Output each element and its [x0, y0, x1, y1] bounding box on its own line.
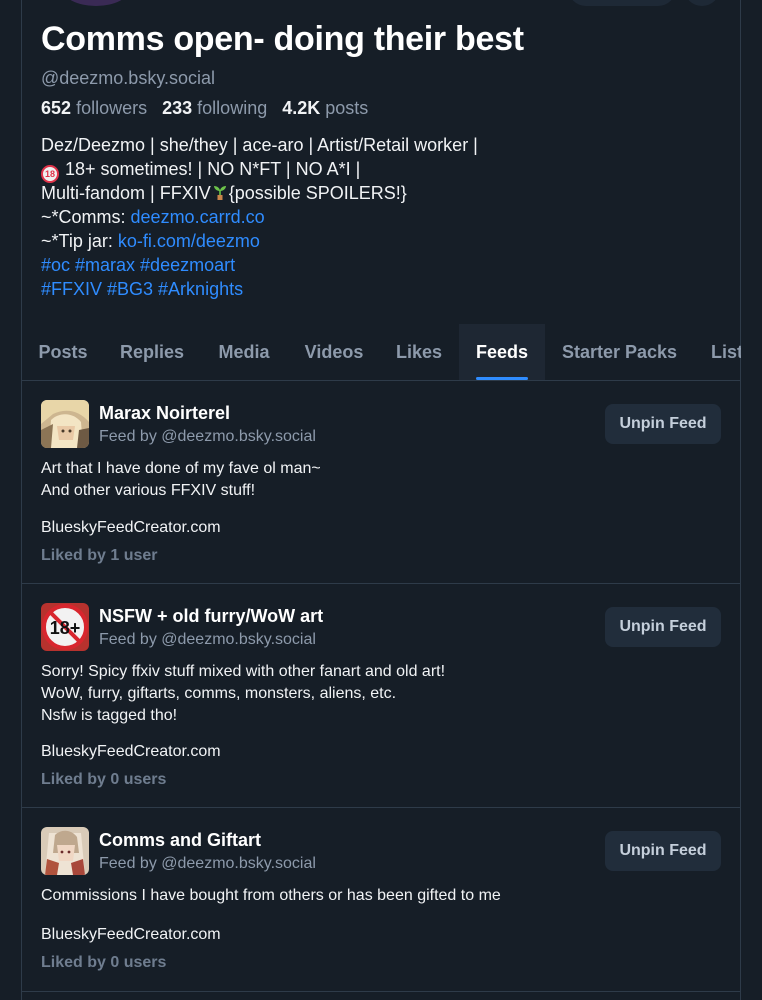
feed-card[interactable]: Comms and Giftart Feed by @deezmo.bsky.s…	[22, 808, 741, 992]
tab-lists[interactable]: Lists	[694, 324, 741, 380]
tab-media[interactable]: Media	[200, 324, 288, 380]
feed-title[interactable]: Marax Noirterel	[99, 403, 230, 424]
feed-author: Feed by @deezmo.bsky.social	[99, 428, 316, 445]
tab-posts[interactable]: Posts	[22, 324, 104, 380]
feed-avatar: 18+	[41, 603, 89, 651]
active-tab-indicator	[476, 377, 528, 380]
following-link[interactable]: 233 following	[162, 98, 267, 118]
bio-text: {possible SPOILERS!}	[228, 183, 407, 203]
bio-line: Dez/Deezmo | she/they | ace-aro | Artist…	[41, 135, 478, 155]
tab-label: Videos	[304, 342, 364, 362]
tab-label: Lists	[711, 342, 741, 362]
feed-description-line: Commissions I have bought from others or…	[41, 887, 501, 904]
seedling-icon	[213, 186, 226, 200]
hashtag-links[interactable]: #FFXIV #BG3 #Arknights	[41, 277, 721, 301]
feed-description-line: Sorry! Spicy ffxiv stuff mixed with othe…	[41, 663, 446, 680]
feed-avatar-image	[41, 400, 89, 448]
profile-bio: Dez/Deezmo | she/they | ace-aro | Artist…	[41, 133, 721, 301]
feed-avatar	[41, 827, 89, 875]
feed-description-line: Art that I have done of my fave ol man~	[41, 460, 321, 477]
feed-avatar	[41, 400, 89, 448]
following-count: 233	[162, 98, 193, 118]
tab-label: Likes	[395, 342, 443, 362]
bio-line: Multi-fandom | FFXIV {possible SPOILERS!}	[41, 181, 721, 205]
avatar-badge-text: 18+	[50, 618, 81, 638]
feed-liked-count[interactable]: Liked by 0 users	[41, 771, 166, 789]
unpin-feed-button[interactable]: Unpin Feed	[605, 831, 721, 871]
tab-label: Starter Packs	[561, 342, 678, 362]
carrd-link[interactable]: deezmo.carrd.co	[131, 207, 265, 227]
feed-description-line: Nsfw is tagged tho!	[41, 707, 178, 724]
feed-liked-count[interactable]: Liked by 0 users	[41, 954, 166, 972]
bio-text: ~*Comms:	[41, 207, 131, 227]
bio-line: ~*Comms: deezmo.carrd.co	[41, 205, 721, 229]
follow-button-edge[interactable]	[568, 0, 676, 6]
feed-author: Feed by @deezmo.bsky.social	[99, 631, 316, 648]
feed-creator-link[interactable]: BlueskyFeedCreator.com	[41, 926, 221, 944]
feed-description: Art that I have done of my fave ol man~ …	[41, 458, 321, 502]
bio-text: 18+ sometimes! | NO N*FT | NO A*I |	[65, 159, 361, 179]
tab-label: Feeds	[475, 342, 529, 362]
feed-card[interactable]: Marax Noirterel Feed by @deezmo.bsky.soc…	[22, 381, 741, 584]
profile-handle: @deezmo.bsky.social	[41, 68, 216, 88]
bio-text: ~*Tip jar:	[41, 231, 118, 251]
tab-label: Media	[218, 342, 270, 362]
feed-description: Sorry! Spicy ffxiv stuff mixed with othe…	[41, 661, 445, 727]
feed-creator-link[interactable]: BlueskyFeedCreator.com	[41, 519, 221, 537]
feed-title[interactable]: NSFW + old furry/WoW art	[99, 606, 323, 627]
tab-feeds[interactable]: Feeds	[459, 324, 545, 380]
tab-label: Replies	[119, 342, 185, 362]
feed-description-line: WoW, furry, giftarts, comms, monsters, a…	[41, 685, 397, 702]
feed-description: Commissions I have bought from others or…	[41, 885, 501, 907]
profile-page: Comms open- doing their best @deezmo.bsk…	[0, 0, 762, 1000]
unpin-feed-button[interactable]: Unpin Feed	[605, 404, 721, 444]
posts-stat: 4.2K posts	[282, 98, 368, 118]
tab-label: Posts	[38, 342, 88, 362]
tab-replies[interactable]: Replies	[104, 324, 200, 380]
tab-likes[interactable]: Likes	[380, 324, 458, 380]
tab-videos[interactable]: Videos	[288, 324, 380, 380]
bio-line: 18 18+ sometimes! | NO N*FT | NO A*I |	[41, 157, 721, 183]
bio-text: Multi-fandom | FFXIV	[41, 183, 211, 203]
feed-avatar-image: 18+	[41, 603, 89, 651]
feed-title[interactable]: Comms and Giftart	[99, 830, 261, 851]
feed-card[interactable]: 18+ NSFW + old furry/WoW art Feed by @de…	[22, 584, 741, 808]
kofi-link[interactable]: ko-fi.com/deezmo	[118, 231, 260, 251]
followers-count: 652	[41, 98, 72, 118]
feed-avatar-image	[41, 827, 89, 875]
feed-creator-link[interactable]: BlueskyFeedCreator.com	[41, 743, 221, 761]
profile-stats: 652 followers 233 following 4.2K posts	[41, 98, 368, 119]
profile-tabs: Posts Replies Media Videos Likes Feeds S…	[22, 324, 741, 381]
bio-line: ~*Tip jar: ko-fi.com/deezmo	[41, 229, 721, 253]
unpin-feed-button[interactable]: Unpin Feed	[605, 607, 721, 647]
feed-liked-count[interactable]: Liked by 1 user	[41, 547, 158, 565]
posts-count: 4.2K	[282, 98, 321, 118]
tab-starter-packs[interactable]: Starter Packs	[545, 324, 694, 380]
profile-display-name: Comms open- doing their best	[41, 20, 524, 58]
following-label: following	[197, 98, 268, 118]
hashtag-links[interactable]: #oc #marax #deezmoart	[41, 253, 721, 277]
followers-label: followers	[76, 98, 148, 118]
feed-author: Feed by @deezmo.bsky.social	[99, 855, 316, 872]
posts-label: posts	[325, 98, 369, 118]
feed-description-line: And other various FFXIV stuff!	[41, 482, 256, 499]
followers-link[interactable]: 652 followers	[41, 98, 147, 118]
